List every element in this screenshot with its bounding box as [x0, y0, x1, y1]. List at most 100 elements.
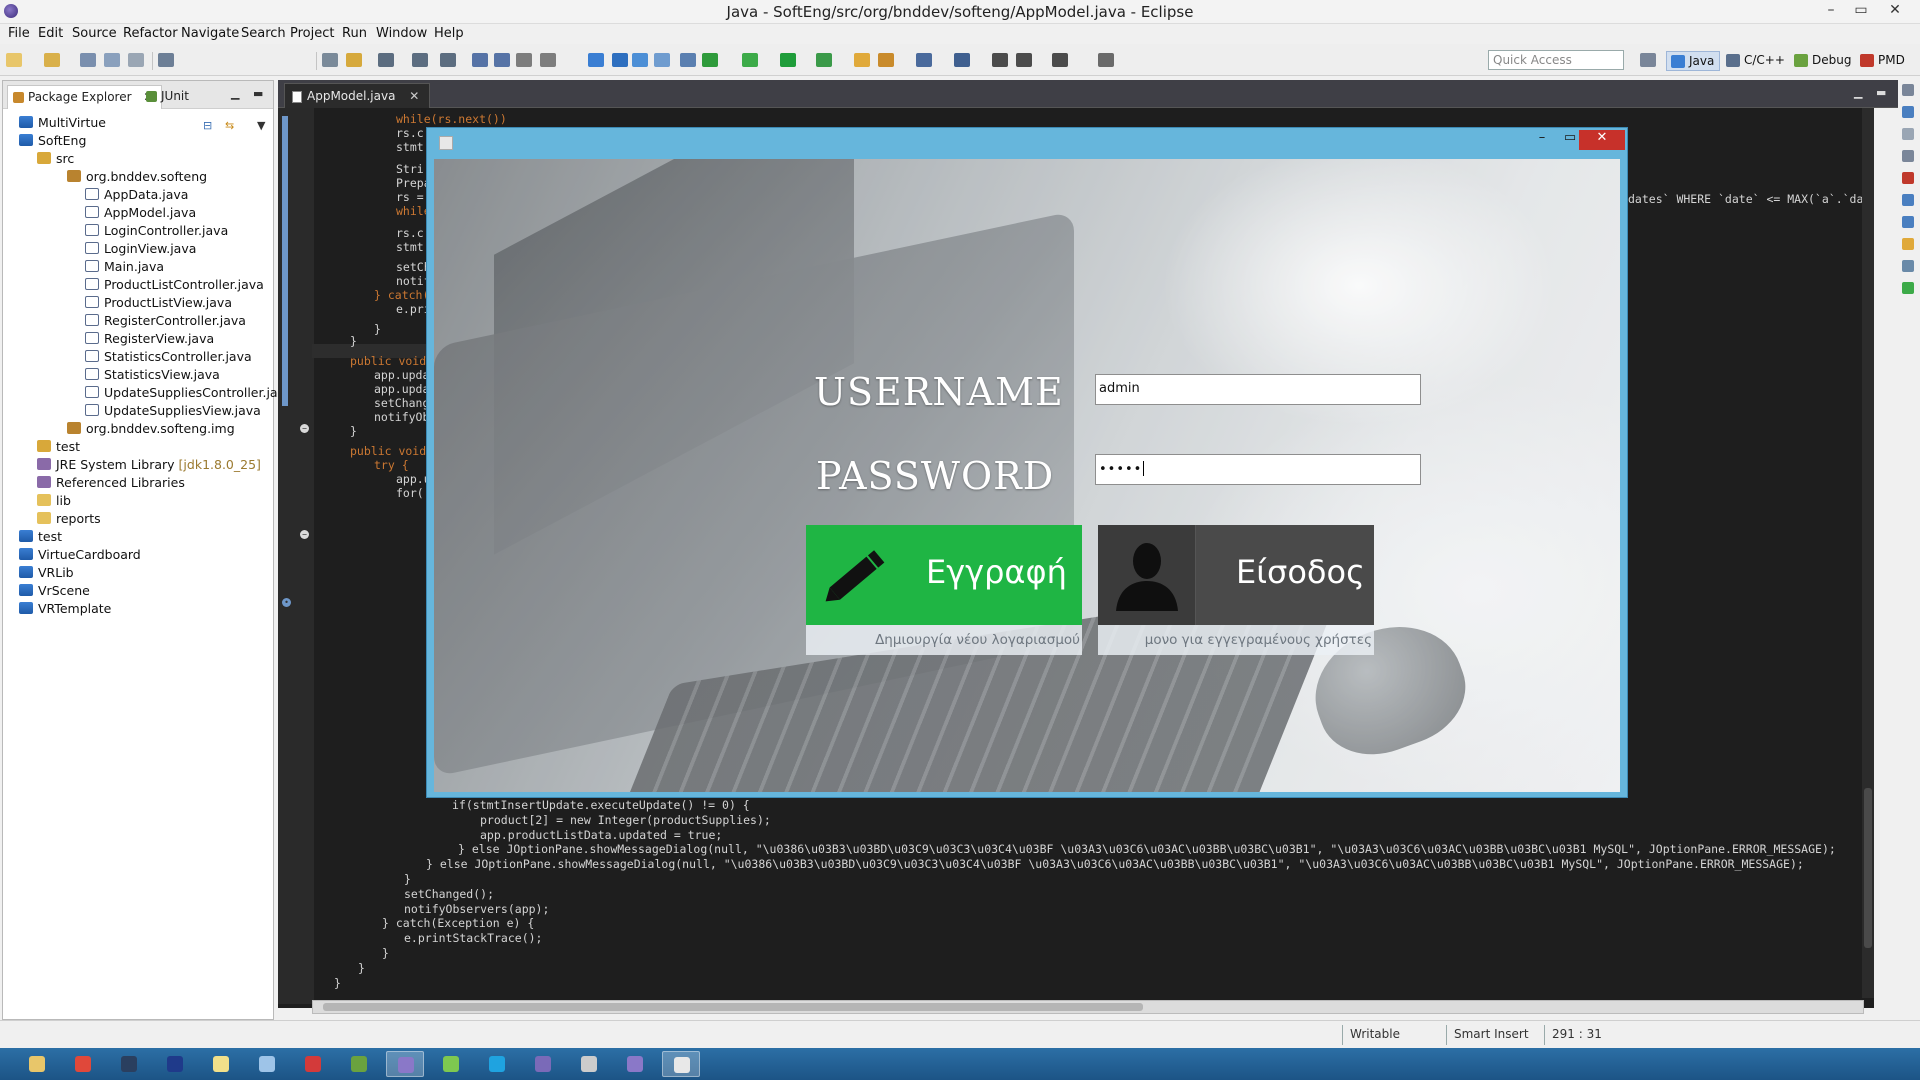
dialog-minimize-button[interactable]: – [1527, 130, 1557, 150]
skip-breakpoints-icon[interactable] [322, 53, 338, 67]
dialog-close-button[interactable]: ✕ [1579, 130, 1625, 150]
back-history-icon[interactable] [1016, 53, 1032, 67]
tree-item[interactable]: ProductListView.java [85, 295, 232, 313]
debug-icon[interactable] [702, 53, 718, 67]
tree-item[interactable]: org.bnddev.softeng [67, 169, 207, 187]
taskbar-media[interactable] [570, 1051, 608, 1077]
open-perspective-icon[interactable] [1640, 53, 1656, 67]
taskbar-eclipse[interactable] [386, 1051, 424, 1077]
taskbar-chrome[interactable] [64, 1051, 102, 1077]
menu-project[interactable]: Project [290, 26, 334, 41]
vertical-scrollbar[interactable] [1862, 108, 1874, 998]
tree-item[interactable]: Referenced Libraries [37, 475, 185, 493]
menu-run[interactable]: Run [342, 26, 367, 41]
fold-toggle-icon[interactable]: − [300, 530, 309, 539]
declaration-icon[interactable] [1902, 216, 1914, 228]
taskbar-java-app[interactable] [662, 1051, 700, 1077]
coverage-icon[interactable] [742, 53, 758, 67]
tree-item[interactable]: MultiVirtue [19, 115, 106, 133]
tree-item[interactable]: JRE System Library [jdk1.8.0_25] [37, 457, 261, 475]
menu-edit[interactable]: Edit [38, 26, 63, 41]
minimize-panel-icon[interactable]: ▁ [231, 87, 239, 100]
toggle-mark-icon[interactable] [346, 53, 362, 67]
link-with-editor-icon[interactable]: ⇆ [225, 119, 234, 132]
tree-item[interactable]: test [19, 529, 62, 547]
menu-navigate[interactable]: Navigate [181, 26, 239, 41]
menu-file[interactable]: File [8, 26, 30, 41]
new-package-icon[interactable] [44, 53, 60, 67]
close-window-button[interactable]: ✕ [1880, 2, 1910, 22]
outline-icon[interactable] [1902, 106, 1914, 118]
menu-window[interactable]: Window [376, 26, 427, 41]
tab-package-explorer[interactable]: Package Explorer ✕ [7, 85, 163, 109]
tree-item[interactable]: ProductListController.java [85, 277, 264, 295]
perspective-java[interactable]: Java [1666, 51, 1720, 71]
tree-item[interactable]: Main.java [85, 259, 164, 277]
tree-item[interactable]: UpdateSuppliesView.java [85, 403, 261, 421]
taskbar-keyboard[interactable] [248, 1051, 286, 1077]
minimize-window-button[interactable]: – [1816, 2, 1846, 22]
tab-appmodel-java[interactable]: AppModel.java ✕ [284, 83, 431, 108]
disconnect-icon[interactable] [540, 53, 556, 67]
taskbar-skype[interactable] [478, 1051, 516, 1077]
username-field[interactable]: admin [1095, 374, 1421, 405]
tree-item[interactable]: StatisticsView.java [85, 367, 220, 385]
progress-icon[interactable] [1902, 260, 1914, 272]
tree-item[interactable]: RegisterController.java [85, 313, 246, 331]
taskbar-evernote[interactable] [432, 1051, 470, 1077]
tree-item[interactable]: VirtueCardboard [19, 547, 141, 565]
tree-item[interactable]: VrScene [19, 583, 90, 601]
resume-icon[interactable] [472, 53, 488, 67]
javadoc-icon[interactable] [1902, 194, 1914, 206]
horizontal-scrollbar[interactable] [312, 1000, 1864, 1014]
taskbar-steam[interactable] [110, 1051, 148, 1077]
maximize-panel-icon[interactable]: ▬ [253, 87, 263, 100]
restore-stack-icon[interactable] [1902, 150, 1914, 162]
tab-junit[interactable]: JUnit [141, 85, 197, 109]
taskbar-eclipse-alt[interactable] [524, 1051, 562, 1077]
taskbar-eclipse-2[interactable] [616, 1051, 654, 1077]
view-menu-icon[interactable]: ▼ [257, 119, 265, 132]
save-all-icon[interactable] [104, 53, 120, 67]
tree-item[interactable]: VRLib [19, 565, 74, 583]
external-tools-icon[interactable] [816, 53, 832, 67]
tree-item[interactable]: LoginView.java [85, 241, 196, 259]
minimize-stack-icon[interactable] [1902, 84, 1914, 96]
maximize-editor-icon[interactable]: ▬ [1876, 86, 1886, 99]
step-into-icon[interactable] [440, 53, 456, 67]
close-tab-icon[interactable]: ✕ [409, 89, 419, 103]
suspend-icon[interactable] [494, 53, 510, 67]
tree-item[interactable]: reports [37, 511, 101, 529]
menu-refactor[interactable]: Refactor [123, 26, 178, 41]
register-button[interactable]: Εγγραφή Δημιουργία νέου λογαριασμού [806, 525, 1082, 655]
show-whitespace-icon[interactable] [632, 53, 648, 67]
taskbar-file-explorer[interactable] [18, 1051, 56, 1077]
tree-item[interactable]: lib [37, 493, 71, 511]
quick-access-input[interactable]: Quick Access [1488, 50, 1624, 70]
scroll-thumb[interactable] [1864, 788, 1872, 948]
block-select-icon[interactable] [654, 53, 670, 67]
open-type-icon[interactable] [954, 53, 970, 67]
tree-item[interactable]: test [37, 439, 80, 457]
restore-window-button[interactable]: ▭ [1846, 2, 1876, 22]
collapse-all-icon[interactable]: ⊟ [203, 119, 212, 132]
tree-item[interactable]: RegisterView.java [85, 331, 214, 349]
menu-help[interactable]: Help [434, 26, 464, 41]
taskbar-lync[interactable] [156, 1051, 194, 1077]
scroll-thumb[interactable] [323, 1003, 1143, 1011]
tree-item[interactable]: VRTemplate [19, 601, 111, 619]
print-icon[interactable] [128, 53, 144, 67]
highlight-icon[interactable] [612, 53, 628, 67]
tree-item[interactable]: org.bnddev.softeng.img [67, 421, 235, 439]
new-icon[interactable] [6, 53, 22, 67]
breakpoint-icon[interactable]: • [282, 598, 291, 607]
tree-item[interactable]: src [37, 151, 74, 169]
minimize-editor-icon[interactable]: ▁ [1854, 86, 1862, 99]
save-icon[interactable] [80, 53, 96, 67]
perspective-pmd[interactable]: PMD [1856, 51, 1916, 71]
back-icon[interactable] [992, 53, 1008, 67]
run-icon[interactable] [780, 53, 796, 67]
tree-item[interactable]: LoginController.java [85, 223, 228, 241]
tree-item[interactable]: AppModel.java [85, 205, 196, 223]
menu-source[interactable]: Source [72, 26, 117, 41]
